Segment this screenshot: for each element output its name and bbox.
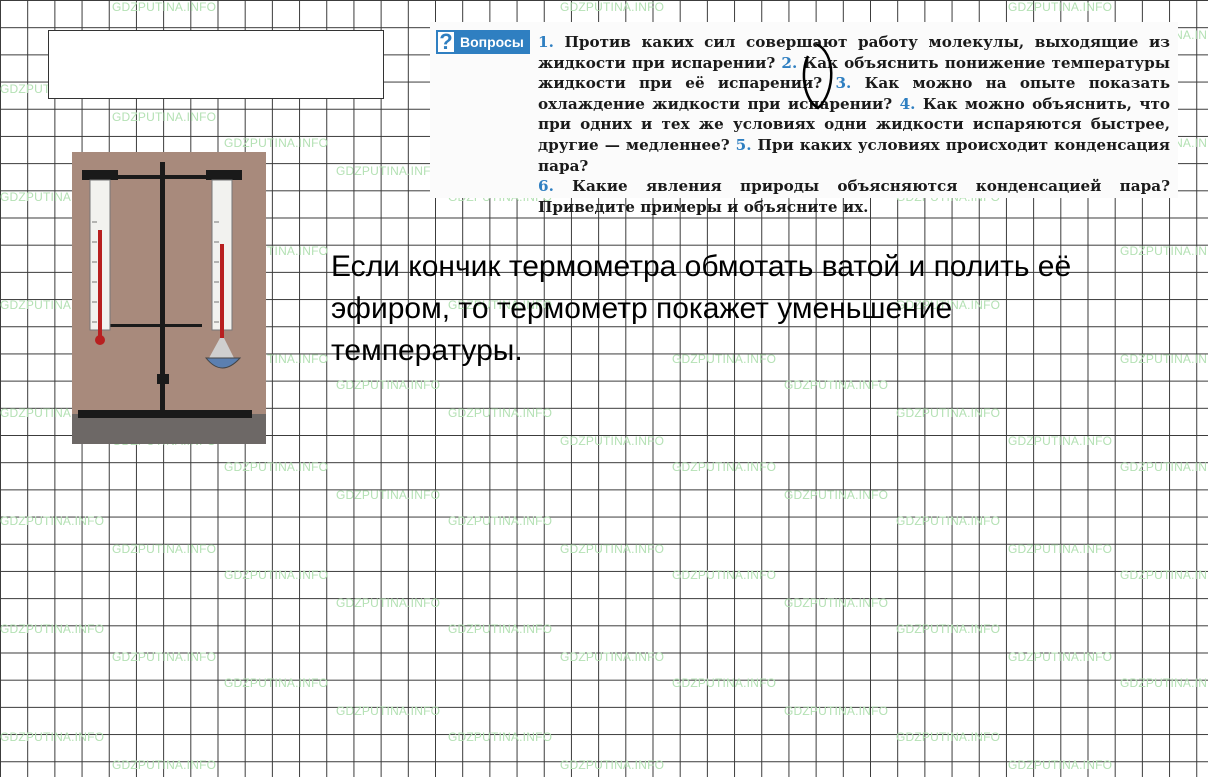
questions-header: ? Вопросы xyxy=(436,29,530,54)
watermark-text: GDZPUTINA.INFO xyxy=(448,622,553,636)
watermark-text: GDZPUTINA.INFO xyxy=(1120,676,1208,690)
watermark-text: GDZPUTINA.INFO xyxy=(560,758,665,772)
watermark-text: GDZPUTINA.INFO xyxy=(1008,434,1113,448)
question-number: 5. xyxy=(735,135,752,154)
question-mark-icon: ? xyxy=(436,29,456,54)
watermark-text: GDZPUTINA.INFO xyxy=(448,730,553,744)
name-box xyxy=(48,30,384,99)
watermark-text: GDZPUTINA.INFO xyxy=(336,164,441,178)
watermark-text: GDZPUTINA.INFO xyxy=(784,378,889,392)
watermark-text: GDZPUTINA.INFO xyxy=(448,406,553,420)
watermark-text: GDZPUTINA.INFO xyxy=(896,514,1001,528)
watermark-text: GDZPUTINA.INFO xyxy=(1120,352,1208,366)
watermark-text: GDZPUTINA.INFO xyxy=(224,568,329,582)
watermark-text: GDZPUTINA.INFO xyxy=(1120,460,1208,474)
watermark-text: GDZPUTINA.INFO xyxy=(784,704,889,718)
watermark-text: GDZPUTINA.INFO xyxy=(672,568,777,582)
watermark-text: GDZPUTINA.INFO xyxy=(560,0,665,14)
questions-header-label: Вопросы xyxy=(460,34,524,50)
watermark-text: GDZPUTINA.INFO xyxy=(224,676,329,690)
question-number: 2. xyxy=(781,53,798,72)
question-text: Какие явления природы объясняются конден… xyxy=(538,177,1170,216)
watermark-text: GDZPUTINA.INFO xyxy=(112,0,217,14)
watermark-text: GDZPUTINA.INFO xyxy=(224,460,329,474)
watermark-text: GDZPUTINA.INFO xyxy=(1008,0,1113,14)
watermark-text: GDZPUTINA.INFO xyxy=(336,596,441,610)
questions-text: 1. Против каких сил совершают работу мол… xyxy=(538,32,1170,217)
watermark-text: GDZPUTINA.INFO xyxy=(784,596,889,610)
watermark-text: GDZPUTINA.INFO xyxy=(1120,244,1208,258)
watermark-text: GDZPUTINA.INFO xyxy=(896,730,1001,744)
stand-clamp xyxy=(157,374,169,384)
watermark-text: GDZPUTINA.INFO xyxy=(784,488,889,502)
answer-text: Если кончик термометра обмотать ватой и … xyxy=(331,250,1072,367)
watermark-text: GDZPUTINA.INFO xyxy=(1120,568,1208,582)
watermark-text: GDZPUTINA.INFO xyxy=(336,704,441,718)
watermark-text: GDZPUTINA.INFO xyxy=(560,650,665,664)
question-number: 3. xyxy=(835,74,852,93)
watermark-text: GDZPUTINA.INFO xyxy=(336,378,441,392)
watermark-text: GDZPUTINA.INFO xyxy=(336,488,441,502)
watermark-text: GDZPUTINA.INFO xyxy=(672,676,777,690)
watermark-text: GDZPUTINA.INFO xyxy=(112,110,217,124)
watermark-text: GDZPUTINA.INFO xyxy=(0,514,105,528)
watermark-text: GDZPUTINA.INFO xyxy=(0,730,105,744)
question-number: 4. xyxy=(899,94,916,113)
question-number: 6. xyxy=(538,177,554,196)
watermark-text: GDZPUTINA.INFO xyxy=(560,434,665,448)
watermark-text: GDZPUTINA.INFO xyxy=(448,514,553,528)
watermark-text: GDZPUTINA.INFO xyxy=(112,542,217,556)
right-thermometer-column xyxy=(220,244,224,338)
watermark-text: GDZPUTINA.INFO xyxy=(112,650,217,664)
watermark-text: GDZPUTINA.INFO xyxy=(112,758,217,772)
watermark-text: GDZPUTINA.INFO xyxy=(672,460,777,474)
watermark-text: GDZPUTINA.INFO xyxy=(896,622,1001,636)
left-thermometer-column xyxy=(98,230,102,338)
watermark-text: GDZPUTINA.INFO xyxy=(1008,758,1113,772)
watermark-text: GDZPUTINA.INFO xyxy=(0,622,105,636)
watermark-text: GDZPUTINA.INFO xyxy=(896,406,1001,420)
watermark-text: GDZPUTINA.INFO xyxy=(1008,650,1113,664)
question-number: 1. xyxy=(538,33,554,51)
thermometer-experiment-photo xyxy=(72,152,266,444)
watermark-text: GDZPUTINA.INFO xyxy=(224,136,329,150)
pen-circle-mark xyxy=(802,42,833,110)
watermark-text: GDZPUTINA.INFO xyxy=(1008,542,1113,556)
watermark-text: GDZPUTINA.INFO xyxy=(560,542,665,556)
